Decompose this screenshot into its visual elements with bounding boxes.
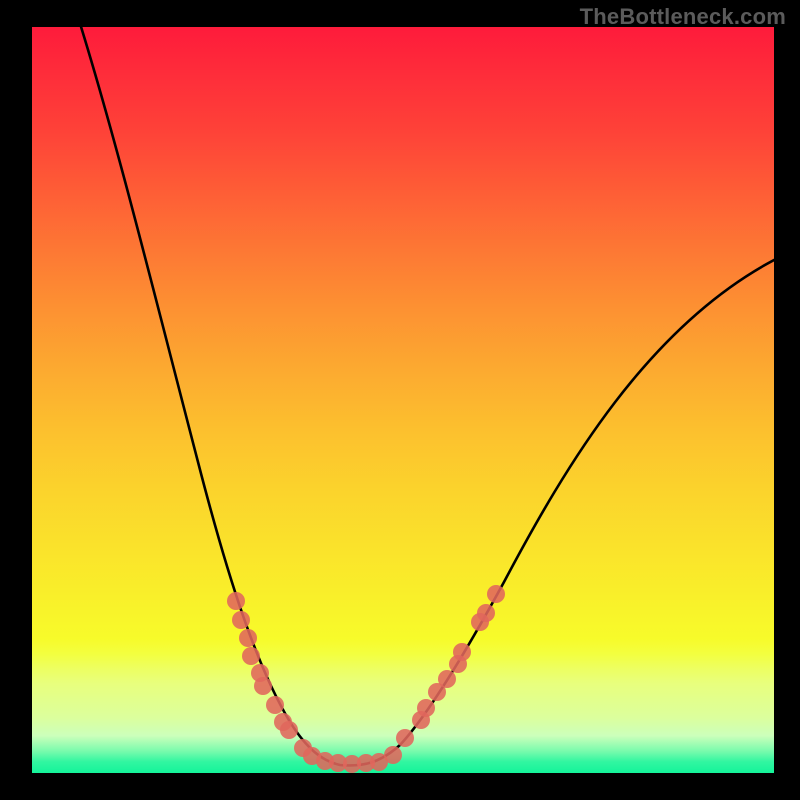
watermark-text: TheBottleneck.com <box>580 4 786 30</box>
curve-layer <box>32 27 774 773</box>
plot-area <box>32 27 774 773</box>
chart-frame: TheBottleneck.com <box>0 0 800 800</box>
bottleneck-curve <box>78 27 774 765</box>
